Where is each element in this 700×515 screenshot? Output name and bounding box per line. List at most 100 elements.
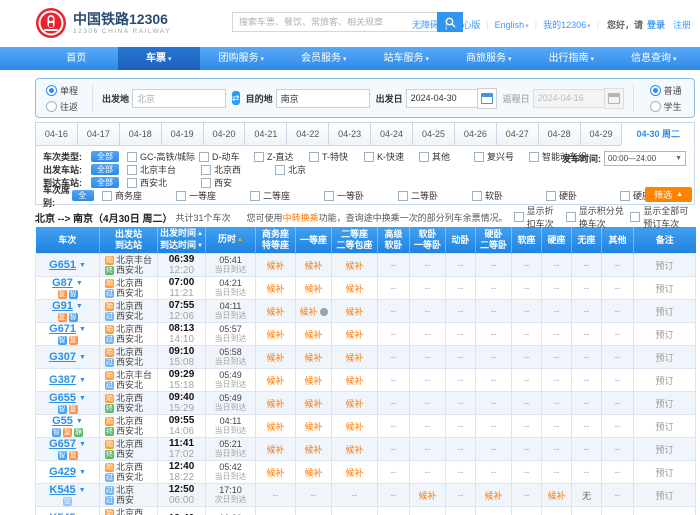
seat-availability[interactable]: 候补	[304, 261, 322, 271]
column-header[interactable]: 商务座特等座	[256, 227, 296, 254]
train-expand-icon[interactable]: ▼	[79, 485, 86, 496]
filter-checkbox[interactable]: D-动车	[199, 150, 250, 163]
date-tab[interactable]: 04-17	[77, 122, 120, 146]
filter-all-button[interactable]: 全部	[72, 190, 94, 201]
seat-availability[interactable]: 候补	[304, 353, 322, 363]
column-header[interactable]: 高级软卧	[378, 227, 410, 254]
nav-item[interactable]: 信息查询▾	[613, 47, 696, 70]
swap-stations-icon[interactable]: ⇄	[232, 91, 240, 105]
date-tab[interactable]: 04-19	[161, 122, 204, 146]
seat-availability[interactable]: 候补	[266, 399, 284, 409]
train-code-link[interactable]: G307	[49, 352, 76, 363]
train-expand-icon[interactable]: ▼	[76, 278, 83, 289]
column-header[interactable]: 车次	[36, 227, 100, 254]
filter-checkbox[interactable]: 复兴号	[474, 150, 525, 163]
seat-availability[interactable]: 候补	[266, 353, 284, 363]
topbar-link[interactable]: 爱心版	[453, 18, 480, 31]
seat-availability[interactable]: 候补	[345, 376, 363, 386]
sort-arrow-icon[interactable]: ▲	[237, 237, 243, 243]
seat-availability[interactable]: 候补	[484, 491, 502, 501]
train-code-link[interactable]: G91	[52, 301, 73, 312]
depart-time-select[interactable]: 00:00—24:00 ▼	[604, 151, 686, 166]
filter-checkbox[interactable]: 硬卧	[546, 189, 616, 202]
transfer-link[interactable]: 中转换乘	[283, 213, 319, 223]
column-header[interactable]: 二等座二等包座	[332, 227, 378, 254]
date-tab[interactable]: 04-20	[203, 122, 246, 146]
filter-checkbox[interactable]: Z-直达	[254, 150, 305, 163]
seat-availability[interactable]: 候补	[345, 445, 363, 455]
seat-availability[interactable]: 候补	[266, 307, 284, 317]
date-tab-selected[interactable]: 04-30 周二	[621, 122, 695, 146]
train-expand-icon[interactable]: ▼	[79, 324, 86, 335]
radio-round-trip[interactable]: 往返	[46, 100, 78, 113]
date-tab[interactable]: 04-29	[580, 122, 623, 146]
train-expand-icon[interactable]: ▼	[76, 301, 83, 312]
filter-checkbox[interactable]: GC-高铁/城际	[127, 150, 195, 163]
train-code-link[interactable]: G657	[49, 439, 76, 450]
train-expand-icon[interactable]: ▼	[79, 375, 86, 386]
seat-availability[interactable]: 候补	[345, 422, 363, 432]
nav-item[interactable]: 首页	[35, 47, 118, 70]
seat-availability[interactable]: 候补	[418, 491, 436, 501]
depart-date-input[interactable]	[406, 89, 477, 108]
date-tab[interactable]: 04-23	[328, 122, 371, 146]
topbar-link[interactable]: 我的12306▾	[543, 18, 591, 31]
filter-checkbox[interactable]: 其他	[419, 150, 470, 163]
nav-item[interactable]: 车票▾	[118, 47, 201, 70]
filter-checkbox[interactable]: 西安	[201, 176, 271, 189]
train-code-link[interactable]: K545	[49, 485, 75, 496]
date-tab[interactable]: 04-26	[454, 122, 497, 146]
login-link[interactable]: 登录	[647, 20, 665, 30]
filter-all-button[interactable]: 全部	[91, 151, 119, 162]
depart-calendar-button[interactable]	[477, 88, 497, 109]
radio-student[interactable]: 学生	[650, 100, 682, 113]
date-tab[interactable]: 04-16	[35, 122, 78, 146]
book-button[interactable]: 预订	[655, 399, 673, 409]
topbar-link[interactable]: English▾	[495, 20, 529, 30]
train-expand-icon[interactable]: ▼	[79, 439, 86, 450]
filter-checkbox[interactable]: 一等座	[176, 189, 246, 202]
from-input[interactable]	[132, 89, 226, 108]
column-header[interactable]: 一等座	[296, 227, 332, 254]
filter-checkbox[interactable]: T-特快	[309, 150, 360, 163]
column-header[interactable]: 软卧一等卧	[410, 227, 446, 254]
train-code-link[interactable]: G671	[49, 324, 76, 335]
column-header[interactable]: 出发时间▲到达时间▼	[158, 227, 206, 254]
train-expand-icon[interactable]: ▼	[79, 393, 86, 404]
train-expand-icon[interactable]: ▼	[79, 352, 86, 363]
seat-availability[interactable]: 候补	[266, 261, 284, 271]
nav-item[interactable]: 会员服务▾	[283, 47, 366, 70]
filter-checkbox[interactable]: 北京西	[201, 163, 271, 176]
register-link[interactable]: 注册	[673, 18, 691, 31]
seat-availability[interactable]: 候补	[266, 445, 284, 455]
filter-all-button[interactable]: 全部	[91, 177, 119, 188]
column-header[interactable]: 历时▲	[206, 227, 256, 254]
seat-availability[interactable]: 候补	[304, 422, 322, 432]
radio-one-way[interactable]: 单程	[46, 84, 78, 97]
apply-filter-button[interactable]: 筛选 ▲	[645, 187, 692, 202]
seat-availability[interactable]: 候补	[304, 468, 322, 478]
column-header[interactable]: 备注	[634, 227, 696, 254]
book-button[interactable]: 预订	[655, 353, 673, 363]
seat-availability[interactable]: 候补	[304, 376, 322, 386]
seat-availability[interactable]: 候补	[547, 491, 565, 501]
train-code-link[interactable]: G429	[49, 467, 76, 478]
seat-availability[interactable]: 候补	[304, 445, 322, 455]
sort-arrow-icon[interactable]: ▲	[197, 231, 203, 237]
filter-checkbox[interactable]: 软卧	[472, 189, 542, 202]
date-tab[interactable]: 04-25	[412, 122, 455, 146]
filter-checkbox[interactable]: K-快速	[364, 150, 415, 163]
book-button[interactable]: 预订	[655, 307, 673, 317]
date-tab[interactable]: 04-24	[370, 122, 413, 146]
seat-availability[interactable]: 候补	[266, 422, 284, 432]
seat-availability[interactable]: 候补	[266, 330, 284, 340]
date-tab[interactable]: 04-21	[244, 122, 287, 146]
topbar-link[interactable]: 无障碍	[412, 18, 439, 31]
book-button[interactable]: 预订	[655, 491, 673, 501]
column-header[interactable]: 软座	[512, 227, 542, 254]
logo[interactable]: 中国铁路12306 12306 CHINA RAILWAY	[35, 7, 171, 39]
column-header[interactable]: 动卧	[446, 227, 476, 254]
nav-item[interactable]: 商旅服务▾	[448, 47, 531, 70]
nav-item[interactable]: 团购服务▾	[200, 47, 283, 70]
nav-item[interactable]: 站车服务▾	[365, 47, 448, 70]
